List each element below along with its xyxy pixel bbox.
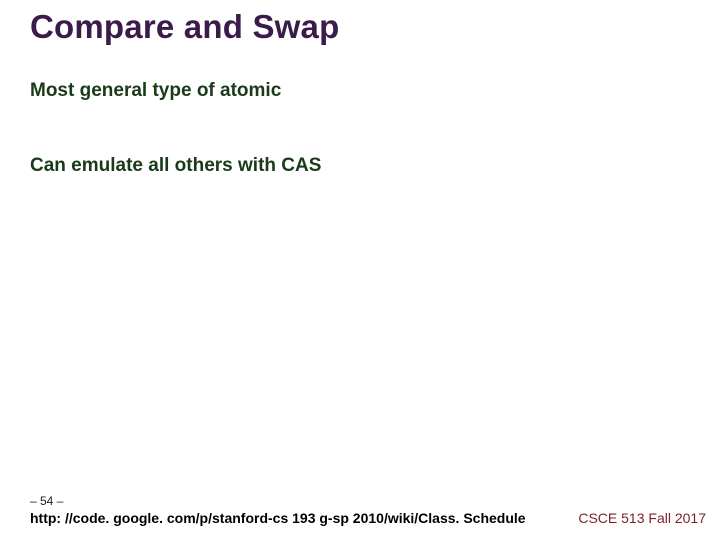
footer-course: CSCE 513 Fall 2017 <box>578 510 706 526</box>
page-number: – 54 – <box>30 494 63 508</box>
body-line-2: Can emulate all others with CAS <box>30 155 321 177</box>
slide-title: Compare and Swap <box>30 8 339 46</box>
body-line-1: Most general type of atomic <box>30 80 281 102</box>
footer-link: http: //code. google. com/p/stanford-cs … <box>30 510 526 526</box>
slide: Compare and Swap Most general type of at… <box>0 0 720 540</box>
